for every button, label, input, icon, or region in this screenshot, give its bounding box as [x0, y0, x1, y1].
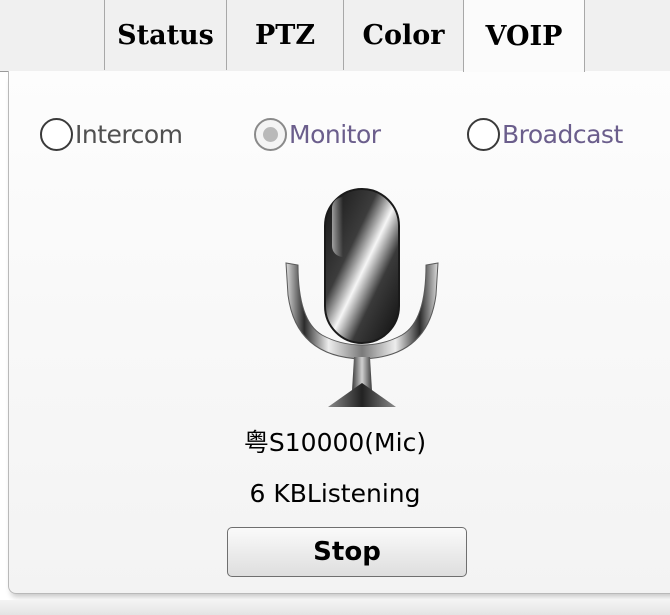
tab-voip[interactable]: VOIP	[463, 0, 585, 72]
stop-button[interactable]: Stop	[227, 527, 467, 577]
tab-status[interactable]: Status	[104, 0, 227, 70]
broadcast-radio[interactable]	[467, 117, 500, 151]
mode-broadcast[interactable]: Broadcast	[467, 114, 623, 154]
tab-color[interactable]: Color	[343, 0, 464, 70]
tab-bar: Status PTZ Color VOIP	[0, 0, 670, 72]
monitor-radio[interactable]	[254, 117, 287, 151]
status-text: 6 KBListening	[249, 479, 421, 508]
broadcast-label: Broadcast	[502, 119, 623, 149]
intercom-label: Intercom	[75, 119, 183, 149]
device-name: 粤S10000(Mic)	[243, 428, 427, 457]
panel-footer	[0, 600, 670, 615]
intercom-radio[interactable]	[40, 117, 73, 151]
microphone-icon	[285, 188, 439, 407]
monitor-label: Monitor	[289, 119, 381, 149]
mode-intercom[interactable]: Intercom	[40, 114, 183, 154]
monitor-radio-dot	[263, 126, 278, 142]
tab-ptz[interactable]: PTZ	[226, 0, 344, 70]
mode-monitor[interactable]: Monitor	[254, 114, 381, 154]
